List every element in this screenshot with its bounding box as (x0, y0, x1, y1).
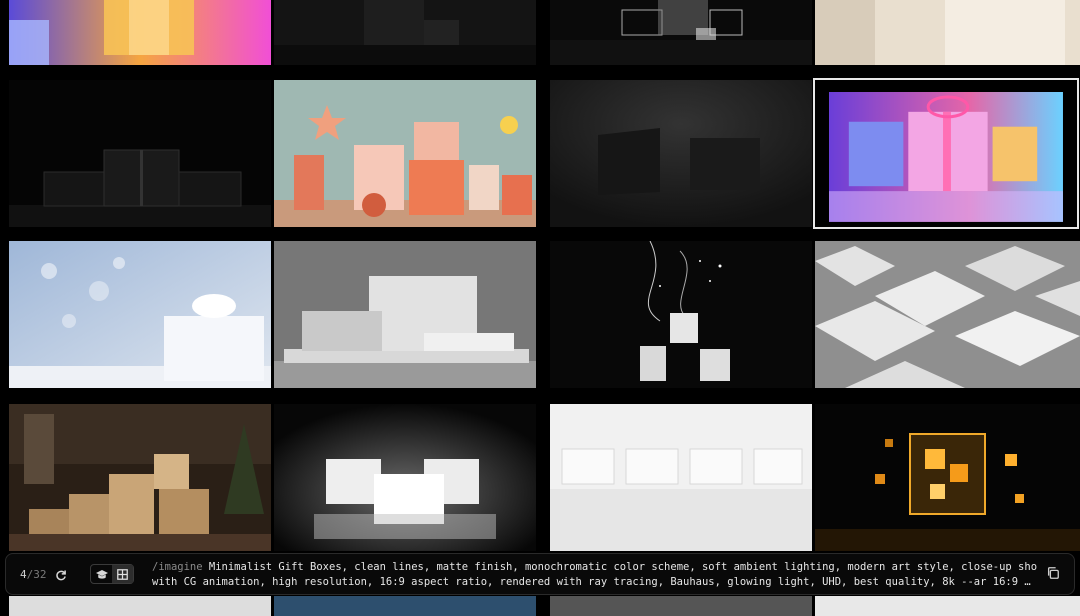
view-toggle (90, 564, 134, 584)
tile-r1-c0[interactable] (9, 80, 271, 227)
white-gift-bokeh-image (9, 241, 271, 388)
black-gift-boxes-image (274, 0, 536, 65)
grid-icon (117, 568, 128, 580)
white-boxes-pattern-image (815, 241, 1080, 388)
tile-r0-c0[interactable] (9, 0, 271, 65)
counter-total: /32 (26, 568, 47, 581)
tile-r3-c1[interactable] (274, 404, 536, 551)
tile-r3-c3[interactable] (815, 404, 1080, 551)
tile-r0-c3[interactable] (815, 0, 1080, 65)
prompt-command: /imagine (152, 561, 203, 573)
gift-boxes-neon-pink-image (9, 0, 271, 65)
tile-r4-c0[interactable] (9, 596, 271, 616)
refresh-icon (56, 570, 66, 581)
image-grid (0, 0, 1080, 616)
tile-r4-c3[interactable] (815, 596, 1080, 616)
single-view-button[interactable] (91, 565, 112, 583)
prompt-bar: 4/32 /imagine Minimalist Gift Boxes, cle… (5, 553, 1075, 595)
white-gifts-row-image (550, 404, 812, 551)
black-boxes-podium-image (9, 80, 271, 227)
golden-cube-explosion-image (815, 404, 1080, 551)
tile-r2-c0[interactable] (9, 241, 271, 388)
grad-cap-icon (95, 569, 108, 579)
prompt-line-1-text: Minimalist Gift Boxes, clean lines, matt… (202, 561, 1037, 573)
tile-r0-c1[interactable] (274, 0, 536, 65)
glass-cubes-image (550, 0, 812, 65)
tile-r1-c3[interactable] (813, 78, 1079, 229)
tile-r3-c2[interactable] (550, 404, 812, 551)
copy-prompt-button[interactable] (1046, 566, 1062, 582)
tile-r4-c2[interactable] (550, 596, 812, 616)
white-podium-image (274, 241, 536, 388)
counter-current: 4 (20, 568, 27, 581)
image-counter: 4/32 (20, 568, 47, 581)
tile-r2-c2[interactable] (550, 241, 812, 388)
prompt-line-1: /imagine Minimalist Gift Boxes, clean li… (152, 560, 1037, 575)
neon-gift-boxes-selected-image (829, 92, 1063, 222)
tile-r1-c1[interactable] (274, 80, 536, 227)
hanging-white-gifts-image (550, 241, 812, 388)
tile-r3-c0[interactable] (9, 404, 271, 551)
glowing-white-cubes-image (274, 404, 536, 551)
refresh-button[interactable] (50, 565, 72, 585)
tile-r0-c2[interactable] (550, 0, 812, 65)
white-boxes-bright-image (815, 0, 1080, 65)
tile-r2-c1[interactable] (274, 241, 536, 388)
dark-boxes-shadow-image (550, 80, 812, 227)
prompt-line-2: with CG animation, high resolution, 16:9… (152, 576, 1037, 588)
gold-gifts-christmas-room-image (9, 404, 271, 551)
pastel-gift-boxes-stars-image (274, 80, 536, 227)
copy-icon (1047, 567, 1059, 579)
tile-r1-c2[interactable] (550, 80, 812, 227)
prompt-text[interactable]: /imagine Minimalist Gift Boxes, clean li… (152, 560, 1037, 590)
grid-view-button[interactable] (112, 565, 133, 583)
tile-r2-c3[interactable] (815, 241, 1080, 388)
tile-r4-c1[interactable] (274, 596, 536, 616)
